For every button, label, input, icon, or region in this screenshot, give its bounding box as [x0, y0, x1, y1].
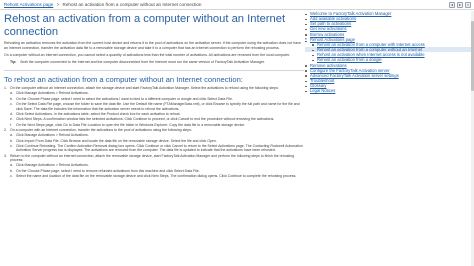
table-of-contents: Welcome to FactoryTalk Activation Manage… — [305, 11, 471, 134]
procedure-steps: 1. On the computer without an Internet co… — [4, 86, 304, 178]
step-text: On the Choose Phase page, select I need … — [16, 168, 200, 173]
procedure-step: 3. Return to the computer without an Inte… — [4, 154, 304, 163]
intro-paragraph-2: On a computer without an Internet connec… — [4, 52, 291, 57]
procedure-step: 2. On a computer with an Internet connect… — [4, 128, 304, 132]
procedure-substep: a. Click Manage Activations > Rehost Acti… — [4, 91, 304, 95]
tip-text: Both the computer connected to the Inter… — [20, 60, 265, 65]
toc-item-label: Legal Notices — [310, 88, 336, 94]
step-text: Select the name and location of the data… — [16, 173, 297, 178]
procedure-substep: f. On the Next Steps page, click Go to Da… — [4, 123, 304, 127]
step-text: Click Manage Activations > Rehost Activa… — [16, 163, 89, 168]
previous-icon: ◂ — [450, 2, 453, 7]
procedure-substep: c. On the Select Data File page, choose t… — [4, 102, 304, 111]
previous-topic-button[interactable]: ◂ — [449, 2, 455, 8]
next-icon: ▸ — [458, 2, 461, 7]
procedure-substep: b. On the Choose Phase page, select I nee… — [4, 97, 304, 101]
procedure-substep: e. Click Next Steps. A confirmation windo… — [4, 117, 304, 121]
breadcrumb-bar: Rehost Activations page > Rehost an acti… — [0, 0, 474, 10]
procedure-substep: c. Select the name and location of the da… — [4, 174, 304, 178]
page-title: Rehost an activation from a computer wit… — [4, 13, 286, 38]
step-text: Click Manage Activations > Rehost Activa… — [16, 91, 89, 96]
divider — [4, 69, 304, 71]
breadcrumb-link[interactable]: Rehost Activations page — [4, 2, 53, 7]
next-topic-button[interactable]: ▸ — [457, 2, 463, 8]
step-text: Click Select Activations. In the activat… — [16, 111, 181, 116]
close-icon: × — [466, 2, 470, 7]
procedure-substep: a. Click Manage Activations > Rehost Acti… — [4, 163, 304, 167]
procedure-substep: a. Click Manage Activations > Rehost Acti… — [4, 133, 304, 137]
step-text: Click Next Steps. A confirmation window … — [16, 117, 275, 122]
procedure-heading: To rehost an activation from a computer … — [4, 74, 243, 84]
procedure-substep: b. Click Import From Data File. Click Bro… — [4, 139, 304, 143]
step-text: Click Import From Data File. Click Brows… — [16, 138, 217, 143]
breadcrumb-separator: > — [56, 2, 60, 7]
toc-item[interactable]: Legal Notices — [305, 88, 471, 93]
step-text: Click Continue Rehosting. The Confirm Ac… — [16, 143, 303, 153]
step-text: Click Manage Activations > Rehost Activa… — [16, 133, 89, 138]
tip-label: Tip: — [10, 60, 17, 65]
procedure-substep: c. Click Continue Rehosting. The Confirm … — [4, 144, 304, 153]
step-text: On the Next Steps page, click Go to Data… — [16, 122, 246, 127]
step-text: On the Choose Phase page, select I need … — [16, 96, 233, 101]
step-text: On the computer without an Internet conn… — [10, 86, 279, 91]
procedure-substep: d. Click Select Activations. In the activ… — [4, 112, 304, 116]
article: Rehost an activation from a computer wit… — [4, 11, 304, 266]
step-text: Return to the computer without an Intern… — [10, 153, 295, 162]
procedure-substep: b. On the Choose Phase page, select I nee… — [4, 169, 304, 173]
breadcrumb-current: Rehost an activation from a computer wit… — [62, 2, 202, 7]
step-text: On the Select Data File page, choose the… — [16, 102, 300, 111]
tip-note: Tip: Both the computer connected to the I… — [4, 60, 304, 65]
intro-paragraph: Rehosting an activation removes the acti… — [4, 41, 301, 50]
topic-controls: ◂ ▸ × — [449, 2, 471, 8]
procedure-step: 1. On the computer without an Internet co… — [4, 86, 304, 90]
close-button[interactable]: × — [465, 2, 471, 8]
step-text: On a computer with an Internet connectio… — [10, 127, 192, 132]
